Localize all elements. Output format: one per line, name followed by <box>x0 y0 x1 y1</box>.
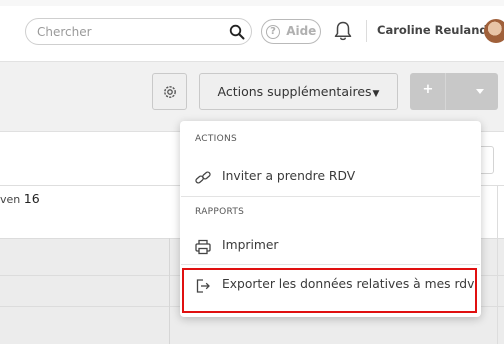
day-column-header[interactable]: ven 16 <box>0 191 40 206</box>
caret-down-icon: ▼ <box>372 89 380 99</box>
section-title-reports: RAPPORTS <box>195 207 245 217</box>
header-divider <box>366 20 367 42</box>
more-actions-label: Actions supplémentaires <box>217 84 372 99</box>
search-icon[interactable] <box>229 24 245 40</box>
gear-icon <box>164 86 176 98</box>
top-strip <box>0 0 504 6</box>
menu-item-label: Imprimer <box>222 238 279 252</box>
top-bar: ? Aide Caroline Reuland <box>0 0 504 62</box>
user-name[interactable]: Caroline Reuland <box>377 23 488 37</box>
section-title-actions: ACTIONS <box>195 134 238 144</box>
link-icon <box>195 171 211 184</box>
settings-button[interactable] <box>152 73 187 110</box>
printer-icon <box>195 239 211 255</box>
menu-divider <box>181 264 480 265</box>
menu-item-print[interactable]: Imprimer <box>180 230 481 264</box>
search-input[interactable] <box>37 23 217 41</box>
grid-edge <box>497 186 498 344</box>
grid-column-line <box>169 238 170 344</box>
help-label: Aide <box>286 24 317 38</box>
day-number: 16 <box>23 191 40 206</box>
add-button[interactable]: + <box>410 73 498 110</box>
chevron-down-icon[interactable] <box>476 89 484 94</box>
help-button[interactable]: ? Aide <box>261 19 321 44</box>
more-actions-button[interactable]: Actions supplémentaires▼ <box>199 73 398 110</box>
highlight-box <box>182 268 477 313</box>
menu-item-label: Inviter a prendre RDV <box>222 169 356 183</box>
avatar[interactable] <box>484 19 504 43</box>
bell-icon[interactable] <box>333 20 353 42</box>
add-button-divider <box>445 73 446 110</box>
search-box[interactable] <box>25 18 252 45</box>
question-mark-icon: ? <box>266 25 280 39</box>
menu-divider <box>181 196 480 197</box>
day-name: ven <box>0 193 21 206</box>
menu-item-invite[interactable]: Inviter a prendre RDV <box>180 161 481 195</box>
plus-icon: + <box>422 82 434 97</box>
